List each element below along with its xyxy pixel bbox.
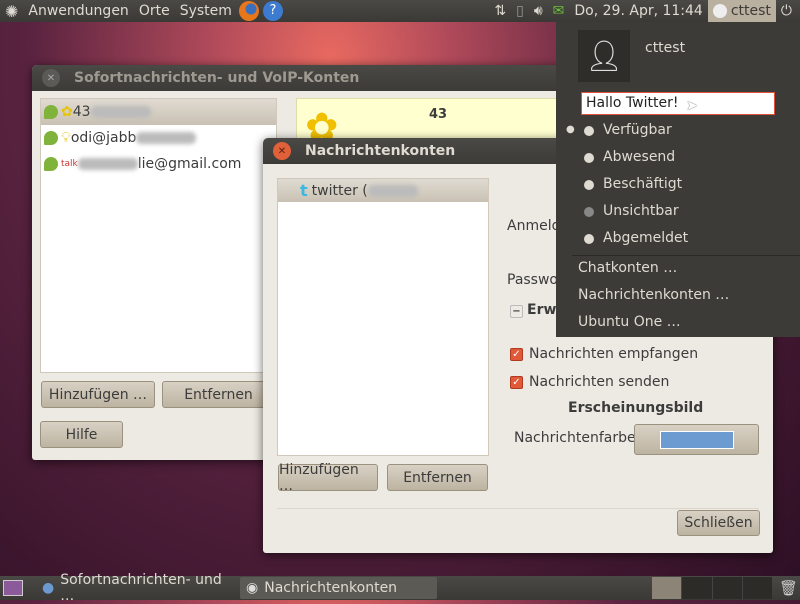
clock[interactable]: Do, 29. Apr, 11:44 — [569, 3, 707, 19]
mouse-cursor-icon: ➤ — [686, 98, 698, 114]
advanced-label: Erw — [527, 302, 557, 318]
collapse-icon: − — [510, 305, 523, 318]
help-button[interactable]: Hilfe — [40, 421, 123, 448]
messaging-account-list: t twitter ( — [277, 178, 489, 456]
checkbox-checked-icon: ✓ — [510, 347, 523, 361]
taskbar-label: Sofortnachrichten- und … — [60, 572, 222, 604]
chat-bubble-icon — [712, 4, 727, 18]
firefox-icon[interactable] — [238, 1, 259, 21]
message-color-button[interactable] — [634, 424, 759, 455]
add-button[interactable]: Hinzufügen … — [278, 462, 378, 494]
receive-label: Nachrichten empfangen — [529, 346, 699, 362]
title-bar: ✕ Sofortnachrichten- und VoIP-Konten — [32, 65, 572, 91]
menu-places[interactable]: Orte — [134, 3, 175, 19]
account-name: lie@gmail.com — [137, 156, 242, 172]
advanced-expander[interactable]: − Erw — [510, 302, 556, 318]
add-button[interactable]: Hinzufügen … — [41, 381, 155, 408]
me-menu-user: cttest — [730, 3, 771, 19]
workspace-4[interactable] — [742, 577, 772, 599]
list-item[interactable]: 💡︎ odi@jabb — [41, 125, 276, 151]
gwibber-icon: ◉ — [246, 580, 259, 596]
account-name: twitter ( — [311, 182, 368, 199]
account-list: ✿ 43 💡︎ odi@jabb talk lie@gmail.com — [40, 98, 277, 373]
color-swatch — [659, 430, 734, 449]
workspace-switcher[interactable] — [652, 577, 772, 599]
away-icon — [584, 153, 594, 163]
menu-messaging-accounts[interactable]: Nachrichtenkonten … — [578, 287, 729, 303]
status-busy[interactable]: Beschäftigt — [603, 176, 682, 192]
separator — [277, 508, 759, 509]
me-menu-button[interactable]: cttest — [707, 0, 776, 22]
network-icon[interactable]: ⇅ — [489, 3, 511, 19]
appearance-heading: Erscheinungsbild — [568, 400, 704, 416]
battery-icon[interactable]: ▯ — [511, 3, 529, 19]
avatar: 👤︎ — [578, 30, 630, 82]
account-name: odi@jabb — [70, 130, 137, 146]
icq-flower-icon: ✿ — [61, 104, 73, 120]
twitter-icon: t — [300, 181, 308, 200]
window-title: Sofortnachrichten- und VoIP-Konten — [74, 70, 360, 86]
jabber-bulb-icon: 💡︎ — [61, 130, 71, 146]
checkbox-checked-icon: ✓ — [510, 375, 523, 389]
status-available[interactable]: Verfügbar — [603, 122, 672, 138]
trash-icon[interactable]: 🗑︎ — [779, 579, 798, 597]
login-label: Anmeld — [507, 218, 561, 234]
status-icon — [44, 105, 58, 119]
window-title: Nachrichtenkonten — [305, 143, 456, 159]
close-button[interactable]: Schließen — [677, 510, 760, 536]
status-message-text: Hallo Twitter! — [586, 95, 679, 111]
send-checkbox[interactable]: ✓ Nachrichten senden — [510, 374, 669, 390]
receive-checkbox[interactable]: ✓ Nachrichten empfangen — [510, 346, 698, 362]
menu-chat-accounts[interactable]: Chatkonten … — [578, 260, 677, 276]
gtalk-icon: talk — [61, 159, 78, 169]
list-item[interactable]: t twitter ( — [278, 179, 488, 202]
status-offline[interactable]: Abgemeldet — [603, 230, 688, 246]
status-away[interactable]: Abwesend — [603, 149, 675, 165]
selected-dot-icon: ● — [566, 124, 575, 135]
remove-button[interactable]: Entfernen — [387, 464, 488, 491]
invisible-icon — [584, 207, 594, 217]
available-icon — [584, 126, 594, 136]
workspace-3[interactable] — [712, 577, 743, 599]
menu-separator — [572, 255, 800, 256]
ubuntu-logo-icon[interactable]: ✺ — [0, 2, 23, 21]
taskbar-label: Nachrichtenkonten — [264, 580, 398, 596]
menu-username: cttest — [645, 40, 686, 56]
empathy-icon: ● — [42, 580, 55, 596]
message-color-label: Nachrichtenfarbe — [514, 430, 636, 446]
remove-button[interactable]: Entfernen — [162, 381, 275, 408]
account-detail-name: 43 — [429, 107, 448, 122]
taskbar-item-im-accounts[interactable]: ● Sofortnachrichten- und … — [36, 572, 236, 604]
status-message-input[interactable]: Hallo Twitter! — [581, 92, 775, 115]
send-label: Nachrichten senden — [529, 374, 670, 390]
bottom-panel: ● Sofortnachrichten- und … ◉ Nachrichtenko… — [0, 572, 800, 604]
menu-applications[interactable]: Anwendungen — [23, 3, 133, 19]
list-item[interactable]: talk lie@gmail.com — [41, 151, 276, 177]
list-item[interactable]: ✿ 43 — [41, 99, 276, 125]
power-icon[interactable]: ⏻ — [776, 3, 800, 19]
password-label: Passwo — [507, 272, 558, 288]
account-name: 43 — [72, 104, 91, 120]
status-icon — [44, 157, 58, 171]
close-icon[interactable]: ✕ — [42, 69, 60, 87]
menu-system[interactable]: System — [175, 3, 237, 19]
me-menu: 👤︎ cttest Hallo Twitter! ➤ ● Verfügbar A… — [556, 22, 800, 337]
workspace-1[interactable] — [652, 577, 683, 599]
top-panel: ✺ Anwendungen Orte System ? ⇅ ▯ 🔊︎ ✉ Do,… — [0, 0, 800, 22]
show-desktop-icon[interactable] — [3, 580, 23, 596]
busy-icon — [584, 180, 594, 190]
help-icon[interactable]: ? — [262, 1, 283, 21]
status-icon — [44, 131, 58, 145]
workspace-2[interactable] — [682, 577, 713, 599]
offline-icon — [584, 234, 594, 244]
taskbar-item-messaging-accounts[interactable]: ◉ Nachrichtenkonten — [240, 577, 437, 599]
status-invisible[interactable]: Unsichtbar — [603, 203, 679, 219]
volume-icon[interactable]: 🔊︎ — [529, 3, 548, 19]
menu-ubuntu-one[interactable]: Ubuntu One … — [578, 314, 681, 330]
mail-icon[interactable]: ✉ — [548, 3, 570, 19]
close-icon[interactable]: ✕ — [273, 142, 291, 160]
